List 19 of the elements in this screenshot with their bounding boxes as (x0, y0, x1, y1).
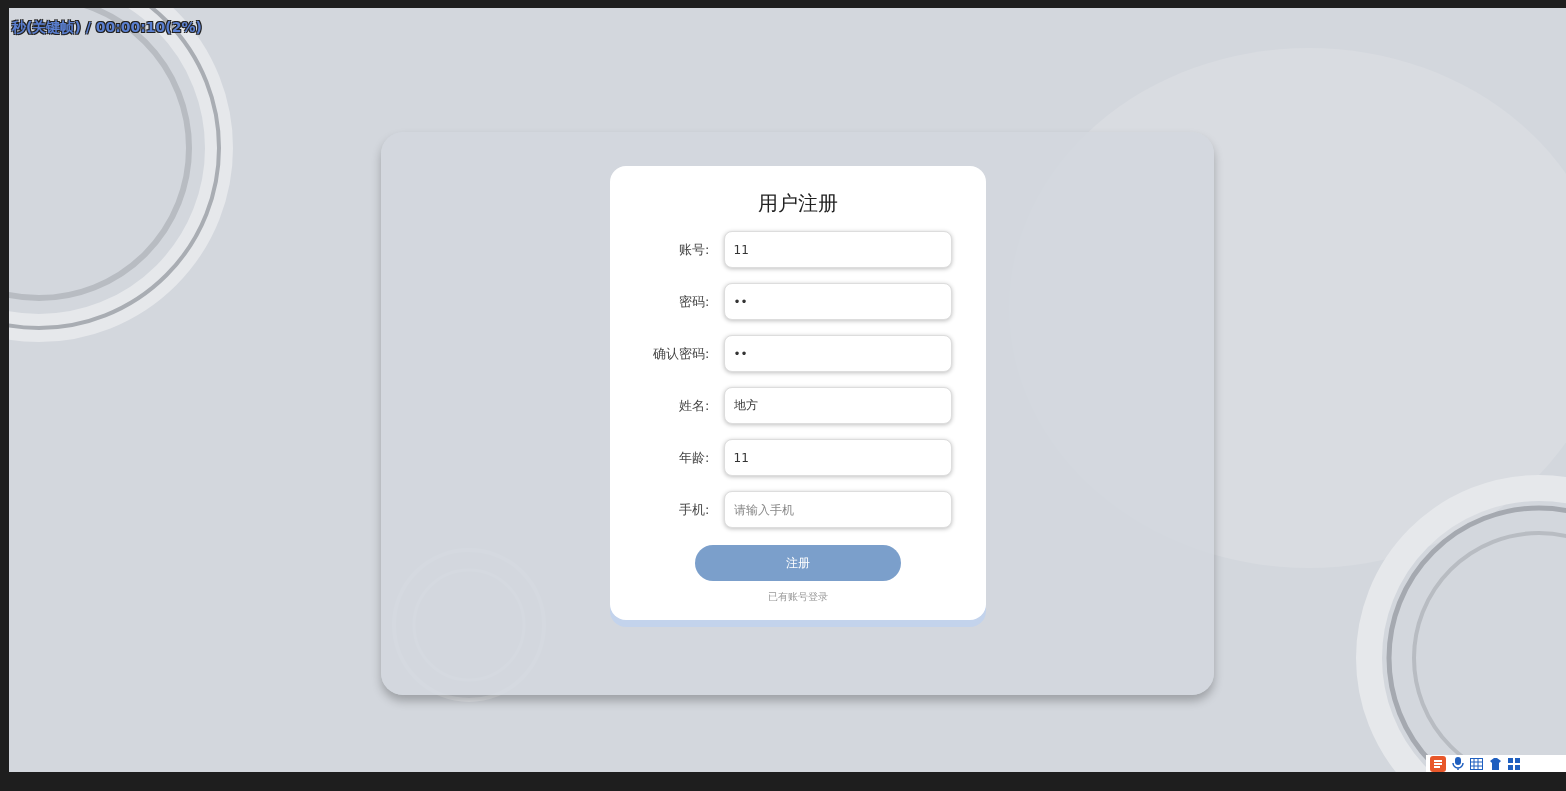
field-label: 确认密码: (652, 344, 710, 363)
keyboard-icon[interactable] (1470, 757, 1483, 770)
input-field[interactable]: 请输入手机 (723, 491, 952, 528)
input-field[interactable]: •• (723, 335, 952, 372)
input-field[interactable]: 11 (723, 439, 952, 476)
mic-icon[interactable] (1452, 757, 1464, 770)
input-field[interactable]: 地方 (723, 387, 952, 424)
input-field[interactable]: •• (723, 283, 952, 320)
field-label: 手机: (678, 500, 710, 519)
field-label: 年龄: (678, 448, 710, 467)
form-title: 用户注册 (757, 190, 838, 217)
input-field[interactable]: 11 (723, 231, 952, 268)
field-label: 密码: (678, 292, 710, 311)
grid-icon[interactable] (1508, 757, 1520, 770)
field-label: 姓名: (678, 396, 710, 415)
field-label: 账号: (678, 240, 710, 259)
recording-status: 秒(关键帧) / 00:00:10(2%) (12, 19, 202, 37)
shirt-icon[interactable] (1489, 757, 1502, 770)
ime-logo-icon[interactable] (1430, 755, 1446, 772)
